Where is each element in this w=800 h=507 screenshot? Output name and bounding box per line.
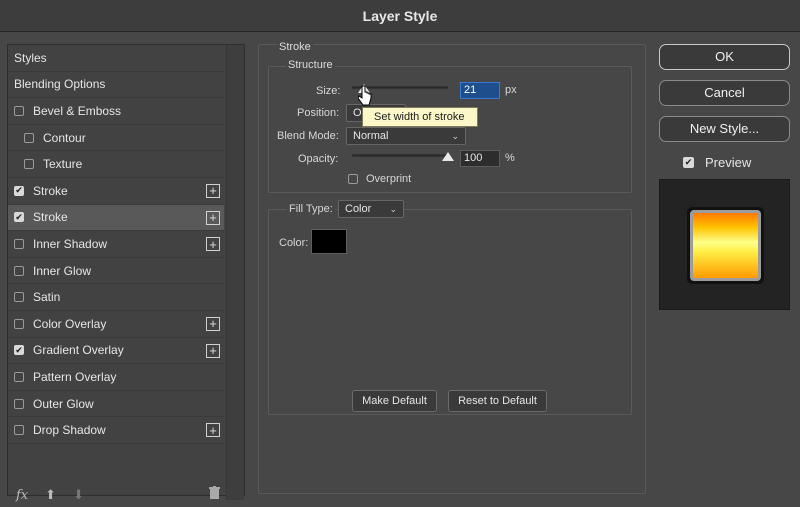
styles-item-pattern-overlay[interactable]: Pattern Overlay [8,364,224,391]
styles-scrollbar[interactable] [226,45,244,500]
make-default-button[interactable]: Make Default [352,390,437,412]
styles-item-drop-shadow[interactable]: Drop Shadow + [8,417,224,444]
style-label: Blending Options [14,77,106,92]
style-checkbox[interactable] [14,318,24,329]
size-tooltip: Set width of stroke [362,107,478,127]
style-label: Bevel & Emboss [33,103,122,118]
styles-item-stroke[interactable]: ✔ Stroke + [8,178,224,205]
style-checkbox[interactable] [14,371,24,382]
style-label: Gradient Overlay [33,343,124,358]
preview-swatch [687,207,764,284]
style-label: Contour [43,130,86,145]
style-checkbox[interactable]: ✔ [14,212,24,223]
style-checkbox[interactable] [14,265,24,276]
chevron-down-icon: ⌄ [389,204,397,214]
opacity-input[interactable]: 100 [460,150,500,167]
pointer-cursor-icon [358,85,372,106]
style-checkbox[interactable] [14,425,24,436]
style-label: Color Overlay [33,316,107,331]
cancel-button[interactable]: Cancel [659,80,790,106]
size-unit: px [505,84,517,96]
preview-toggle[interactable]: ✔ Preview [683,154,751,170]
fill-type-value: Color [345,203,372,215]
styles-item-gradient-overlay[interactable]: ✔ Gradient Overlay + [8,338,224,365]
opacity-unit: % [505,152,515,164]
new-style-button[interactable]: New Style... [659,116,790,142]
style-checkbox[interactable] [24,132,34,143]
add-style-icon[interactable]: + [206,237,220,252]
fill-type-dropdown[interactable]: Color ⌄ [338,200,404,218]
position-value: O [353,107,362,119]
overprint-checkbox[interactable] [348,174,358,184]
add-style-icon[interactable]: + [206,316,220,331]
style-label: Styles [14,50,47,65]
styles-item-texture[interactable]: Texture [8,151,224,178]
trash-icon[interactable] [209,486,220,502]
style-checkbox[interactable] [14,398,24,409]
styles-list: Styles Blending Options Bevel & Emboss Cont… [8,45,224,444]
window-title: Layer Style [0,0,800,32]
add-style-icon[interactable]: + [206,183,220,198]
style-label: Outer Glow [33,396,94,411]
blend-mode-value: Normal [353,130,389,142]
style-label: Stroke [33,183,68,198]
opacity-slider-thumb[interactable] [442,152,454,161]
add-style-icon[interactable]: + [206,210,220,225]
style-label: Inner Shadow [33,236,108,251]
style-checkbox[interactable] [14,292,24,303]
style-preview [659,179,790,310]
style-checkbox[interactable]: ✔ [14,345,24,356]
fill-type-label: Fill Type: [287,203,335,215]
styles-item-blending-options[interactable]: Blending Options [8,72,224,99]
style-label: Pattern Overlay [33,369,117,384]
style-checkbox[interactable]: ✔ [14,185,24,196]
opacity-label: Opacity: [298,153,339,165]
style-label: Drop Shadow [33,423,106,438]
structure-title: Structure [286,59,335,71]
stroke-group-title: Stroke [277,41,313,53]
styles-item-satin[interactable]: Satin [8,284,224,311]
styles-item-contour[interactable]: Contour [8,125,224,152]
style-checkbox[interactable] [14,238,24,249]
chevron-down-icon: ⌄ [451,131,459,141]
fx-icon[interactable]: fx [16,488,28,503]
styles-item-inner-shadow[interactable]: Inner Shadow + [8,231,224,258]
size-label: Size: [316,85,341,97]
style-label: Inner Glow [33,263,92,278]
styles-panel: Styles Blending Options Bevel & Emboss Cont… [7,44,245,503]
color-label: Color: [279,237,309,249]
styles-item-inner-glow[interactable]: Inner Glow [8,258,224,285]
ok-button[interactable]: OK [659,44,790,70]
opacity-slider[interactable] [352,154,448,157]
position-label: Position: [297,107,340,119]
move-up-icon[interactable]: ⬆ [45,487,56,503]
style-checkbox[interactable] [24,159,34,170]
styles-item-bevel-emboss[interactable]: Bevel & Emboss [8,98,224,125]
preview-label: Preview [705,154,752,170]
add-style-icon[interactable]: + [206,423,220,438]
add-style-icon[interactable]: + [206,343,220,358]
layer-style-dialog: Styles Blending Options Bevel & Emboss Cont… [0,32,800,507]
style-label: Stroke [33,210,68,225]
style-checkbox[interactable] [14,105,24,116]
preview-gradient [693,213,758,278]
styles-item-color-overlay[interactable]: Color Overlay + [8,311,224,338]
styles-item-stroke[interactable]: ✔ Stroke + [8,204,224,232]
preview-checkbox[interactable]: ✔ [683,156,694,168]
style-label: Satin [33,290,61,305]
styles-toolbar: fx ⬆ ⬇ [16,485,241,505]
size-input[interactable]: 21 [460,82,500,99]
styles-item-styles[interactable]: Styles [8,45,224,72]
style-label: Texture [43,157,83,172]
blend-mode-dropdown[interactable]: Normal ⌄ [346,127,466,145]
stroke-color-swatch[interactable] [311,229,347,254]
move-down-icon[interactable]: ⬇ [73,487,84,503]
reset-to-default-button[interactable]: Reset to Default [448,390,547,412]
overprint-label: Overprint [366,173,412,185]
styles-item-outer-glow[interactable]: Outer Glow [8,391,224,418]
blend-mode-label: Blend Mode: [277,130,339,142]
